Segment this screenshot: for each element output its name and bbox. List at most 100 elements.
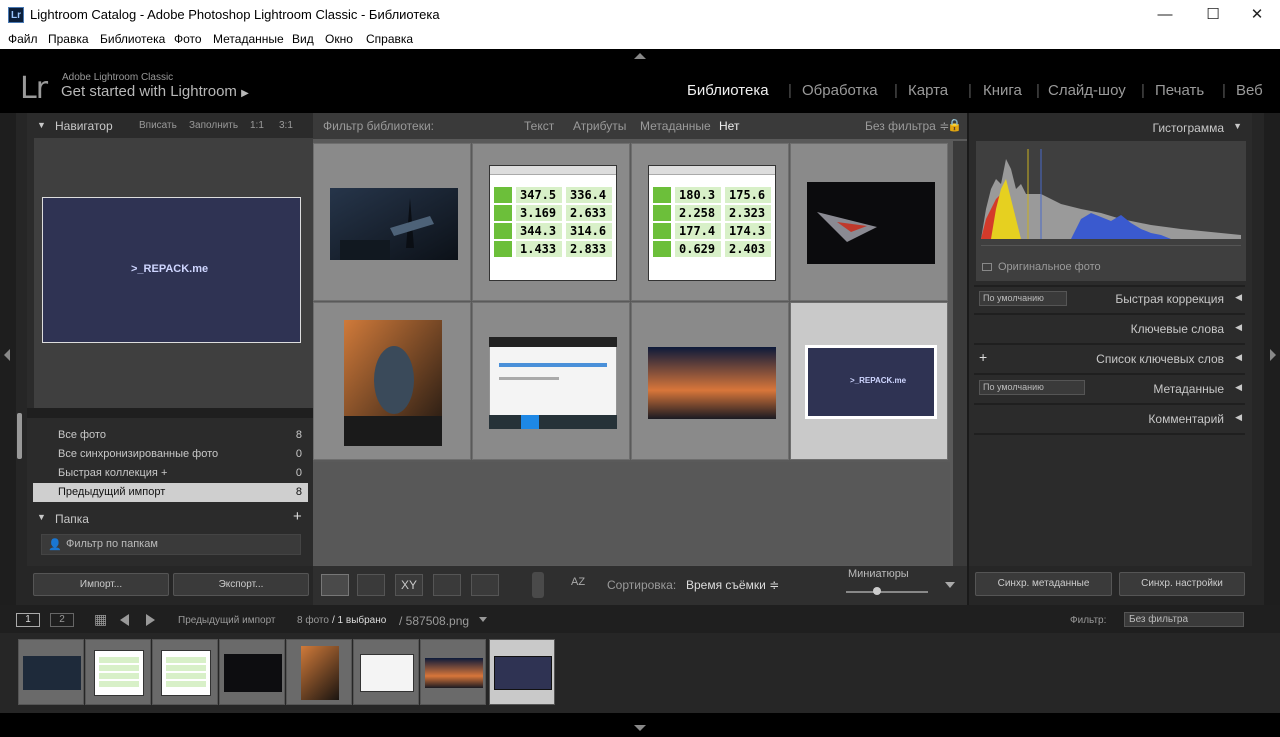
menu-metadata[interactable]: Метаданные — [213, 32, 284, 46]
filmstrip-thumb[interactable] — [18, 639, 84, 705]
catalog-row[interactable]: Все фото 8 — [33, 426, 308, 445]
filter-tab-attributes[interactable]: Атрибуты — [573, 119, 626, 133]
slider-thumb[interactable] — [873, 587, 881, 595]
menu-window[interactable]: Окно — [325, 32, 353, 46]
sync-metadata-button[interactable]: Синхр. метаданные — [975, 572, 1112, 596]
current-file[interactable]: / 587508.png — [399, 614, 469, 628]
filmstrip-thumb[interactable] — [219, 639, 285, 705]
metadata-header[interactable]: По умолчанию Метаданные ◀ — [969, 375, 1252, 403]
file-menu-icon[interactable] — [479, 617, 487, 622]
module-library[interactable]: Библиотека — [687, 82, 769, 99]
grid-cell[interactable]: 347.5 336.4 3.169 2.633 344.3 314.6 1.433 2.… — [472, 143, 630, 301]
grid-cell[interactable] — [631, 302, 789, 460]
catalog-row-count: 0 — [295, 448, 302, 460]
menu-library[interactable]: Библиотека — [100, 32, 165, 46]
comments-header[interactable]: Комментарий ◀ — [969, 405, 1252, 433]
forward-arrow-icon[interactable] — [146, 614, 155, 626]
import-button[interactable]: Импорт... — [33, 573, 169, 596]
filmstrip-thumb[interactable] — [420, 639, 486, 705]
thumbnail-size-slider[interactable] — [846, 591, 928, 593]
grid-cell[interactable] — [790, 143, 948, 301]
filmstrip-thumb-selected[interactable] — [489, 639, 555, 705]
histogram-header[interactable]: Гистограмма ▼ — [969, 113, 1252, 141]
nav-1-1[interactable]: 1:1 — [250, 120, 264, 131]
sort-select[interactable]: Время съёмки ≑ — [686, 578, 779, 592]
grid-cell[interactable] — [472, 302, 630, 460]
filter-tab-none[interactable]: Нет — [719, 119, 739, 133]
bottom-panel-toggle[interactable] — [0, 713, 1280, 737]
module-print[interactable]: Печать — [1155, 82, 1204, 99]
metadata-preset[interactable]: По умолчанию — [979, 380, 1085, 395]
top-panel-toggle[interactable] — [0, 49, 1280, 63]
nav-3-1[interactable]: 3:1 — [279, 120, 293, 131]
grid-cell[interactable] — [313, 143, 471, 301]
grid-cell[interactable] — [313, 302, 471, 460]
module-web[interactable]: Веб — [1236, 82, 1263, 99]
people-view-icon[interactable] — [471, 574, 499, 596]
menu-view[interactable]: Вид — [292, 32, 314, 46]
left-panel: ▼ Навигатор Вписать Заполнить 1:1 3:1 >_… — [17, 113, 314, 605]
catalog-row[interactable]: Все синхронизированные фото 0 — [33, 445, 308, 464]
right-panel-toggle[interactable] — [1264, 113, 1280, 605]
module-map[interactable]: Карта — [908, 82, 948, 99]
filter-tab-text[interactable]: Текст — [524, 119, 554, 133]
left-panel-toggle[interactable] — [0, 113, 16, 605]
nav-fill[interactable]: Заполнить — [189, 120, 238, 131]
divider — [974, 433, 1245, 435]
sort-direction-icon[interactable]: AZ — [571, 576, 585, 588]
quick-develop-header[interactable]: По умолчанию Быстрая коррекция ◀ — [969, 287, 1252, 313]
sync-settings-button[interactable]: Синхр. настройки — [1119, 572, 1245, 596]
grid-cell[interactable]: 180.3 175.6 2.258 2.323 177.4 174.3 0.629 2.… — [631, 143, 789, 301]
navigator-header[interactable]: ▼ Навигатор Вписать Заполнить 1:1 3:1 — [27, 113, 314, 138]
compare-view-icon[interactable]: XY — [395, 574, 423, 596]
filter-preset-select[interactable]: Без фильтра ≑ — [865, 119, 949, 133]
module-develop[interactable]: Обработка — [802, 82, 878, 99]
folders-header[interactable]: ▼ Папка + — [27, 507, 314, 531]
speed-value: 2.633 — [566, 205, 612, 221]
menu-help[interactable]: Справка — [366, 32, 413, 46]
mini-image — [94, 650, 144, 696]
toolbar-menu-icon[interactable] — [945, 582, 955, 588]
filter-tab-metadata[interactable]: Метаданные — [640, 119, 711, 133]
maximize-button[interactable]: ☐ — [1190, 0, 1236, 30]
filmstrip-thumb[interactable] — [286, 639, 352, 705]
keyword-list-header[interactable]: + Список ключевых слов ◀ — [969, 345, 1252, 373]
survey-view-icon[interactable] — [433, 574, 461, 596]
catalog-row-selected[interactable]: Предыдущий импорт 8 — [33, 483, 308, 502]
lock-icon[interactable]: 🔒 — [947, 118, 962, 132]
filmstrip-source[interactable]: Предыдущий импорт — [178, 615, 276, 626]
close-button[interactable]: ✕ — [1234, 0, 1280, 30]
checkbox-icon[interactable] — [982, 263, 992, 271]
catalog-row[interactable]: Быстрая коллекция + 0 — [33, 464, 308, 483]
nav-fit[interactable]: Вписать — [139, 120, 177, 131]
keywording-header[interactable]: Ключевые слова ◀ — [969, 315, 1252, 343]
loupe-view-icon[interactable] — [357, 574, 385, 596]
filmstrip-thumb[interactable] — [353, 639, 419, 705]
filmstrip-thumb[interactable] — [85, 639, 151, 705]
scrollbar-thumb[interactable] — [17, 413, 22, 459]
module-slideshow[interactable]: Слайд-шоу — [1048, 82, 1126, 99]
minimize-button[interactable]: — — [1142, 0, 1188, 30]
quick-develop-preset[interactable]: По умолчанию — [979, 291, 1067, 306]
add-folder-icon[interactable]: + — [293, 508, 302, 525]
spray-can-icon[interactable] — [532, 572, 544, 598]
module-book[interactable]: Книга — [983, 82, 1022, 99]
menu-photo[interactable]: Фото — [174, 32, 202, 46]
menu-edit[interactable]: Правка — [48, 32, 89, 46]
menu-file[interactable]: Файл — [8, 32, 38, 46]
menu-bar: Файл Правка Библиотека Фото Метаданные В… — [0, 30, 1280, 49]
screen-1-button[interactable]: 1 — [16, 613, 40, 627]
back-arrow-icon[interactable] — [120, 614, 129, 626]
screen-2-button[interactable]: 2 — [50, 613, 74, 627]
grid-view-icon[interactable] — [321, 574, 349, 596]
filmstrip-thumb[interactable] — [152, 639, 218, 705]
folder-filter-input[interactable]: 👤 Фильтр по папкам — [41, 534, 301, 555]
grid-scrollbar[interactable] — [953, 141, 967, 581]
grid-icon[interactable]: ▦ — [94, 612, 108, 627]
export-button[interactable]: Экспорт... — [173, 573, 309, 596]
filmstrip-filter-select[interactable]: Без фильтра — [1124, 612, 1244, 627]
get-started-link[interactable]: Get started with Lightroom ▶ — [61, 83, 249, 100]
grid-cell-selected[interactable]: >_REPACK.me — [790, 302, 948, 460]
navigator-preview[interactable]: >_REPACK.me — [34, 138, 313, 408]
add-keyword-icon[interactable]: + — [979, 349, 987, 365]
